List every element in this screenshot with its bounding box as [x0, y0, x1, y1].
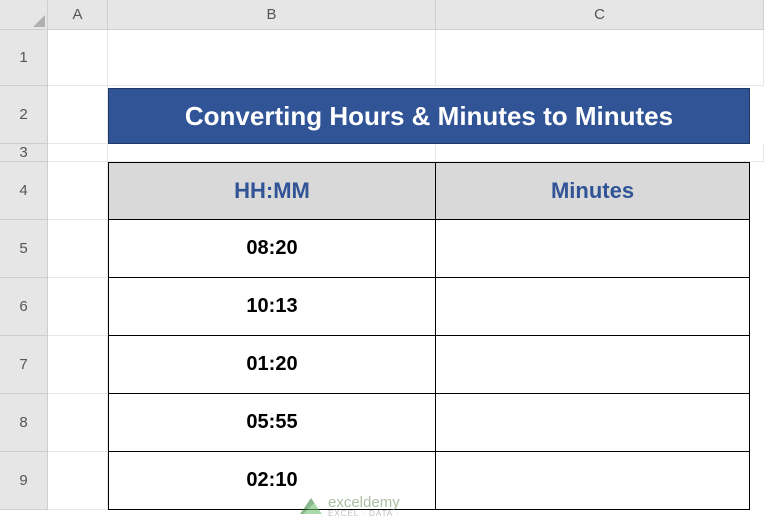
cell-C5[interactable] — [436, 220, 750, 278]
cell-A6[interactable] — [48, 278, 108, 336]
row-header-9[interactable]: 9 — [0, 452, 48, 510]
cell-A8[interactable] — [48, 394, 108, 452]
watermark: exceldemy EXCEL · DATA · — [300, 494, 400, 518]
cell-A2[interactable] — [48, 86, 108, 144]
select-all-corner[interactable] — [0, 0, 48, 30]
row-header-3[interactable]: 3 — [0, 144, 48, 162]
title-banner[interactable]: Converting Hours & Minutes to Minutes — [108, 88, 750, 144]
col-header-A[interactable]: A — [48, 0, 108, 30]
cell-A3[interactable] — [48, 144, 108, 162]
cell-A1[interactable] — [48, 30, 108, 86]
cell-B1[interactable] — [108, 30, 436, 86]
watermark-logo-icon — [300, 498, 322, 514]
cell-C9[interactable] — [436, 452, 750, 510]
row-header-6[interactable]: 6 — [0, 278, 48, 336]
col-header-B[interactable]: B — [108, 0, 436, 30]
cell-A4[interactable] — [48, 162, 108, 220]
cell-B8[interactable]: 05:55 — [108, 394, 436, 452]
spreadsheet-grid[interactable]: A B C 1 2 3 4 5 6 7 8 9 Converting Hours… — [0, 0, 767, 510]
row-header-2[interactable]: 2 — [0, 86, 48, 144]
row-header-4[interactable]: 4 — [0, 162, 48, 220]
table-header-minutes[interactable]: Minutes — [436, 162, 750, 220]
cell-B5[interactable]: 08:20 — [108, 220, 436, 278]
watermark-tag: EXCEL · DATA · — [328, 509, 400, 518]
cell-C1[interactable] — [436, 30, 764, 86]
cell-C6[interactable] — [436, 278, 750, 336]
cell-B7[interactable]: 01:20 — [108, 336, 436, 394]
row-header-8[interactable]: 8 — [0, 394, 48, 452]
table-header-hhmm[interactable]: HH:MM — [108, 162, 436, 220]
row-header-7[interactable]: 7 — [0, 336, 48, 394]
cell-A9[interactable] — [48, 452, 108, 510]
cell-C3[interactable] — [436, 144, 764, 162]
cell-C7[interactable] — [436, 336, 750, 394]
col-header-C[interactable]: C — [436, 0, 764, 30]
row-header-5[interactable]: 5 — [0, 220, 48, 278]
cell-A5[interactable] — [48, 220, 108, 278]
row-header-1[interactable]: 1 — [0, 30, 48, 86]
cell-A7[interactable] — [48, 336, 108, 394]
cell-B6[interactable]: 10:13 — [108, 278, 436, 336]
cell-B3[interactable] — [108, 144, 436, 162]
cell-C8[interactable] — [436, 394, 750, 452]
